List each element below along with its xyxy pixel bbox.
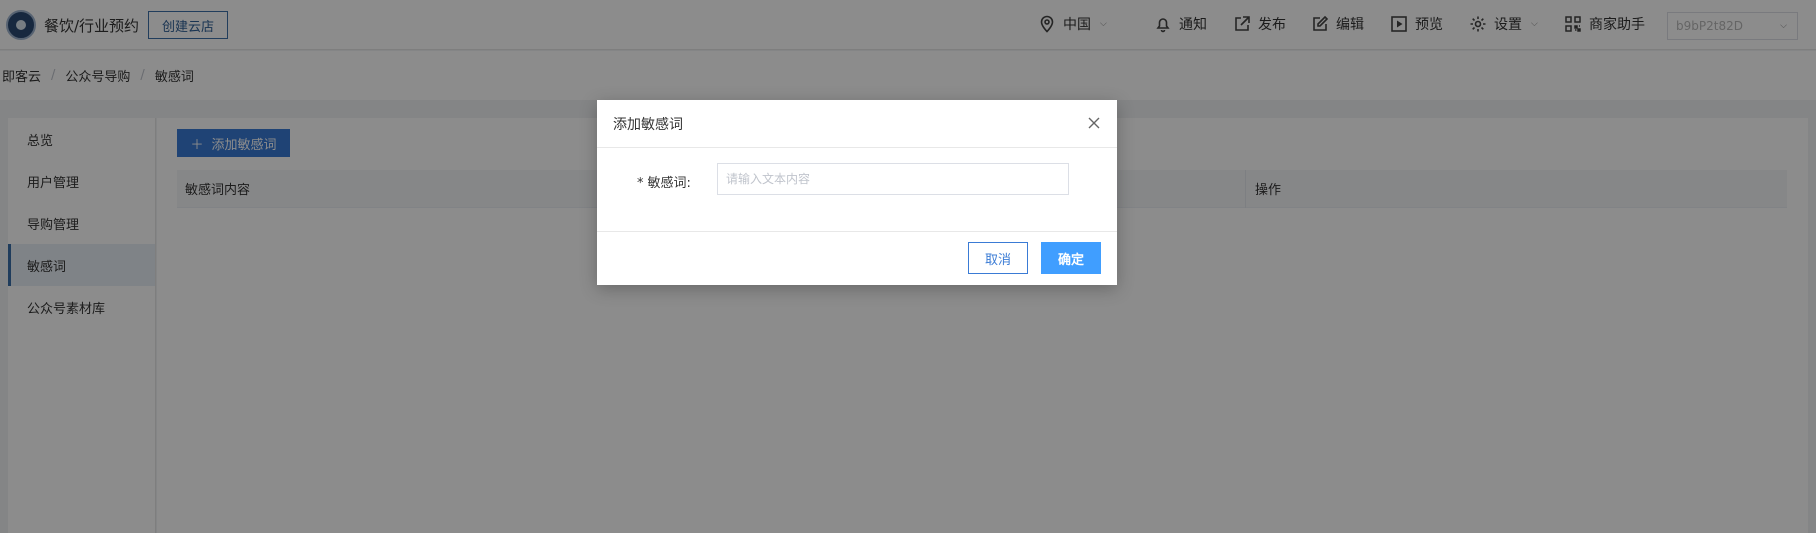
sensitive-word-input[interactable] <box>717 163 1069 195</box>
cancel-button[interactable]: 取消 <box>968 242 1028 274</box>
add-sensitive-word-dialog: 添加敏感词 *敏感词: 取消 确定 <box>597 100 1117 285</box>
sensitive-word-label: * 敏感词: <box>637 172 691 191</box>
required-mark: * <box>637 176 644 191</box>
dialog-body: * 敏感词: <box>597 148 1117 232</box>
page: 餐饮/行业预约 创建云店 中国 ⌵ 通知 发布 编辑 预览 设置 ⌵ 商家助手 … <box>0 0 1816 533</box>
sensitive-word-label-text: 敏感词: <box>647 176 691 191</box>
dialog-title: 添加敏感词 <box>613 116 683 133</box>
dialog-header: 添加敏感词 <box>597 100 1117 148</box>
close-icon[interactable] <box>1087 116 1101 130</box>
confirm-button[interactable]: 确定 <box>1041 242 1101 274</box>
dialog-footer: 取消 确定 <box>597 232 1117 285</box>
